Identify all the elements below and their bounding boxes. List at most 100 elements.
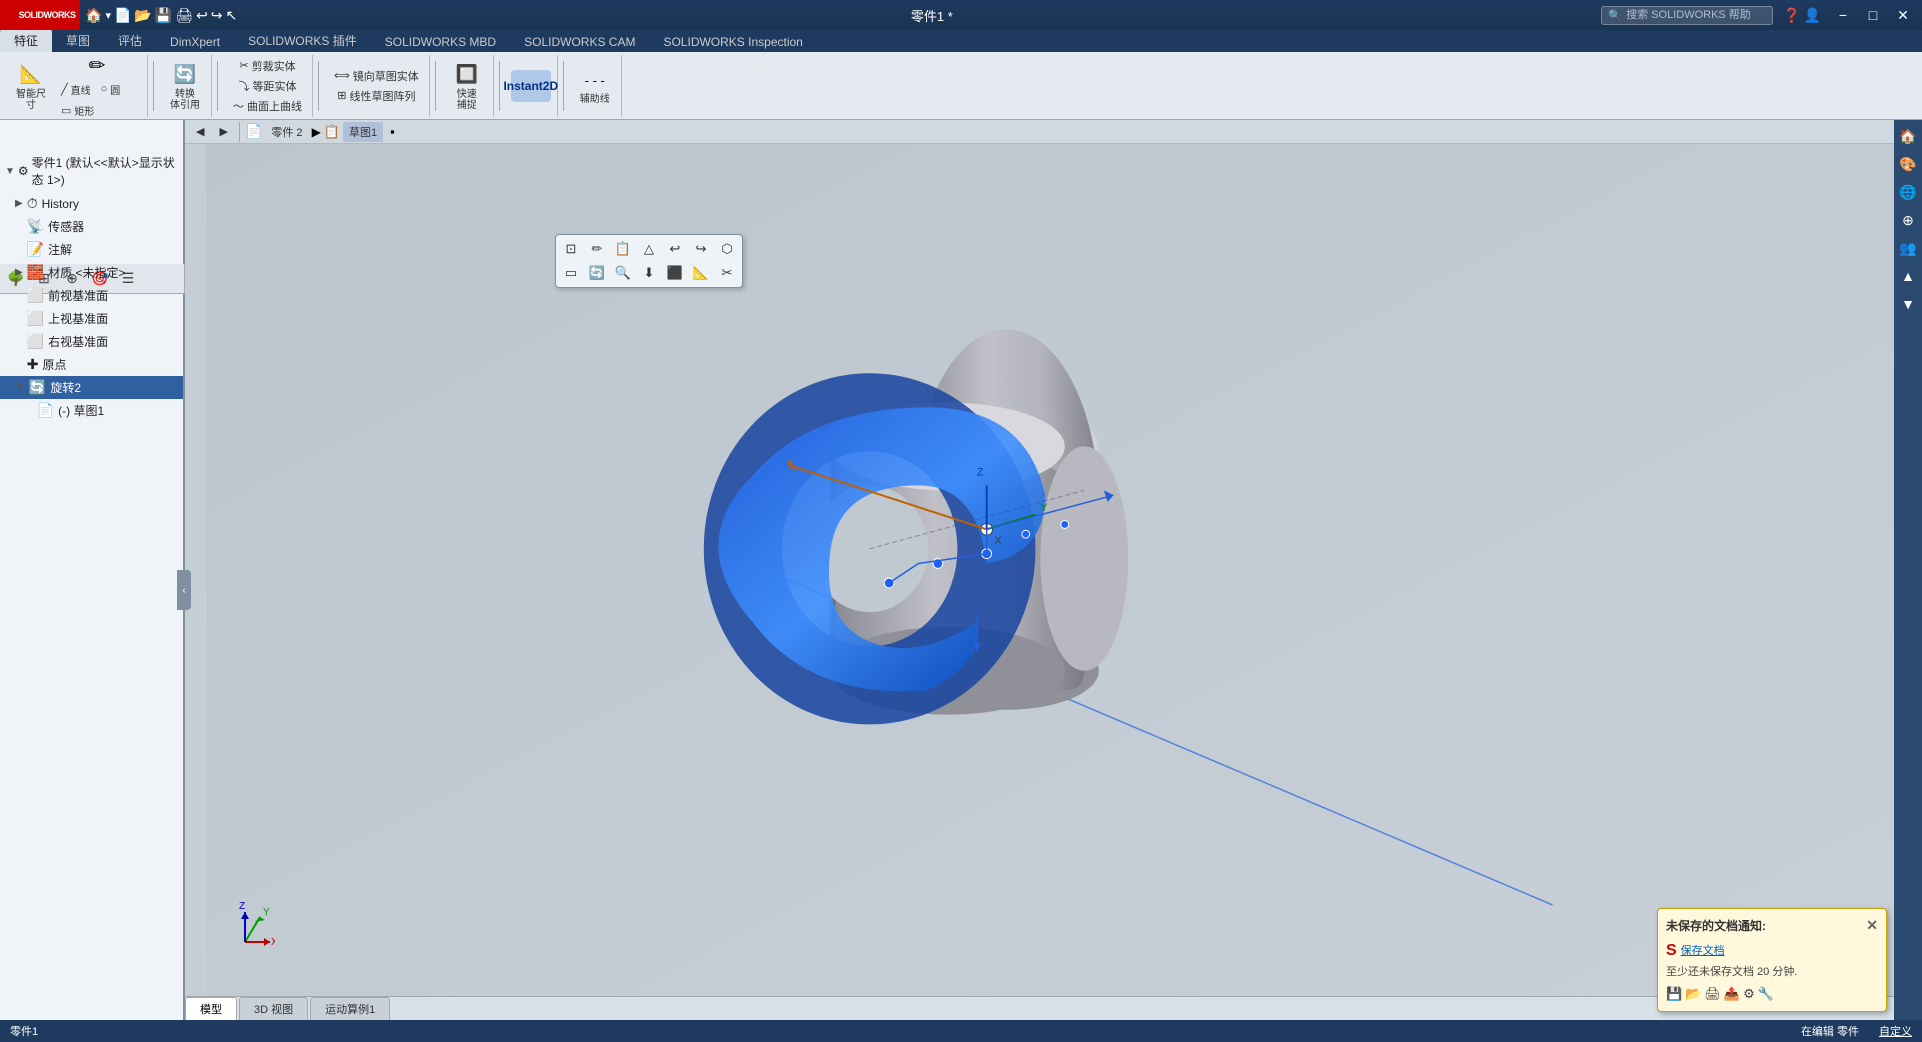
ft-undo-btn[interactable]: ↩ [663, 238, 687, 260]
history-label: History [42, 197, 79, 211]
notif-icon1[interactable]: 💾 [1666, 985, 1682, 1003]
minimize-button[interactable]: − [1829, 4, 1857, 26]
home-icon[interactable]: 🏠 [85, 7, 102, 24]
tab-sw-tools[interactable]: SOLIDWORKS 插件 [234, 29, 371, 52]
ft-zoom-btn[interactable]: 🔍 [611, 262, 635, 284]
new-icon[interactable]: 📄 [114, 7, 131, 24]
sketch1-item[interactable]: ▶ 📄 (-) 草图1 [0, 399, 183, 422]
ft-feature-btn[interactable]: 📋 [611, 238, 635, 260]
open-icon[interactable]: 📂 [134, 7, 151, 24]
mirror-button[interactable]: ⟺ 镜向草图实体 [330, 66, 423, 86]
rect-button[interactable]: ▭ 矩形 [57, 101, 98, 120]
right-plane-item[interactable]: ▶ ⬜ 右视基准面 [0, 330, 183, 353]
ft-pan-btn[interactable]: ⬇ [637, 262, 661, 284]
tab-sw-cam[interactable]: SOLIDWORKS CAM [510, 32, 649, 52]
material-item[interactable]: ▶ 🧱 材质 <未指定> [0, 261, 183, 284]
part-header[interactable]: ▼ ⚙ 零件1 (默认<<默认>显示状态 1>) [0, 150, 183, 192]
notif-icon3[interactable]: 🖨 [1704, 985, 1721, 1003]
search-box[interactable]: 🔍 [1601, 6, 1773, 25]
notif-save-link[interactable]: 保存文档 [1681, 944, 1725, 959]
tab-evaluate[interactable]: 评估 [104, 29, 156, 52]
mirror-icon: ⟺ [334, 69, 350, 82]
front-plane-item[interactable]: ▶ ⬜ 前视基准面 [0, 284, 183, 307]
smart-dim-button[interactable]: 📐 智能尺寸 [11, 59, 51, 113]
ft-view-btn[interactable]: ⊡ [559, 238, 583, 260]
viewport[interactable]: Y Z X ⊡ ✏ 📋 △ ↩ ↪ ⬡ ▭ 🔄 🔍 [185, 144, 1922, 1020]
tab-sw-inspection[interactable]: SOLIDWORKS Inspection [649, 32, 816, 52]
status-customize[interactable]: 自定义 [1879, 1023, 1912, 1039]
tab-model[interactable]: 模型 [185, 997, 237, 1020]
path-back-btn[interactable]: ◀ [190, 123, 210, 140]
rt-community-btn[interactable]: 👥 [1896, 236, 1920, 260]
line-button[interactable]: ╱ 直线 [57, 80, 95, 99]
tab-3dview[interactable]: 3D 视图 [239, 997, 308, 1020]
path-part[interactable]: 零件 2 [265, 122, 308, 142]
instant2d-button[interactable]: Instant2D [511, 70, 551, 102]
ft-sketch-btn[interactable]: ✏ [585, 238, 609, 260]
origin-item[interactable]: ▶ ✚ 原点 [0, 353, 183, 376]
front-plane-label: 前视基准面 [48, 287, 108, 304]
rt-home-btn[interactable]: 🏠 [1896, 124, 1920, 148]
undo-icon[interactable]: ↩ [196, 7, 208, 24]
ft-trim-btn[interactable]: ✂ [715, 262, 739, 284]
tab-dimxpert[interactable]: DimXpert [156, 32, 234, 52]
rt-connect-btn[interactable]: ⊕ [1896, 208, 1920, 232]
curve-button[interactable]: 〜 曲面上曲线 [229, 96, 306, 116]
ft-display-btn[interactable]: ⬛ [663, 262, 687, 284]
ft-sel-btn[interactable]: ▭ [559, 262, 583, 284]
rt-scroll-dn-btn[interactable]: ▼ [1896, 292, 1920, 316]
cursor-icon[interactable]: ↖ [226, 7, 238, 24]
quick-snap-button[interactable]: 🔲 快速捕捉 [447, 59, 487, 113]
offset-button[interactable]: ⤵ 等距实体 [235, 76, 301, 96]
right-toolbar: 🏠 🎨 🌐 ⊕ 👥 ▲ ▼ [1894, 120, 1922, 1020]
history-item[interactable]: ▶ ⏱ History [0, 192, 183, 215]
notif-close-btn[interactable]: ✕ [1866, 917, 1878, 934]
ft-redo-btn[interactable]: ↪ [689, 238, 713, 260]
path-sketch[interactable]: 草图1 [343, 122, 383, 142]
sensors-item[interactable]: ▶ 📡 传感器 [0, 215, 183, 238]
notif-icon4[interactable]: 📤 [1724, 985, 1740, 1003]
smart-dim-label: 智能尺寸 [16, 89, 46, 111]
user-icon[interactable]: 👤 [1804, 7, 1821, 24]
ft-rotate-btn[interactable]: 🔄 [585, 262, 609, 284]
draw-group-button[interactable]: ✏ ╱ 直线 ○ 圆 ▭ 矩形 [53, 52, 141, 119]
notif-message: 至少还未保存文档 20 分钟. [1666, 965, 1878, 980]
tab-sketch[interactable]: 草图 [52, 29, 104, 52]
top-plane-item[interactable]: ▶ ⬜ 上视基准面 [0, 307, 183, 330]
tab-model-label: 模型 [200, 1004, 222, 1016]
print-icon[interactable]: 🖨 [175, 7, 193, 24]
search-input[interactable] [1626, 9, 1766, 21]
close-button[interactable]: ✕ [1889, 4, 1917, 26]
annotations-item[interactable]: ▶ 📝 注解 [0, 238, 183, 261]
redo-icon[interactable]: ↪ [211, 7, 223, 24]
collapse-handle[interactable]: ‹ [177, 570, 191, 610]
tab-sw-mbd[interactable]: SOLIDWORKS MBD [371, 32, 510, 52]
trim-button[interactable]: ✂ 剪裁实体 [235, 56, 299, 76]
revolve2-item[interactable]: ▼ 🔄 旋转2 [0, 376, 183, 399]
ft-dim-btn[interactable]: 📐 [689, 262, 713, 284]
rt-solidworks-btn[interactable]: 🌐 [1896, 180, 1920, 204]
ft-reference-btn[interactable]: △ [637, 238, 661, 260]
circle-button[interactable]: ○ 圆 [97, 80, 125, 99]
tab-features[interactable]: 特征 [0, 29, 52, 52]
tab-motion[interactable]: 运动算例1 [310, 997, 390, 1020]
instant2d-icon: Instant2D [515, 72, 547, 100]
notif-icon5[interactable]: ⚙ [1743, 985, 1755, 1003]
rt-paint-btn[interactable]: 🎨 [1896, 152, 1920, 176]
ft-3d-btn[interactable]: ⬡ [715, 238, 739, 260]
rt-scroll-up-btn[interactable]: ▲ [1896, 264, 1920, 288]
notif-icon6[interactable]: 🔧 [1758, 985, 1774, 1003]
top-plane-icon: ⬜ [27, 310, 44, 327]
history-arrow: ▶ [15, 198, 23, 209]
save-icon[interactable]: 💾 [155, 7, 172, 24]
notif-icon2[interactable]: 📂 [1685, 985, 1701, 1003]
arrow-icon[interactable]: ▾ [105, 9, 111, 22]
convert-button[interactable]: 🔄 转换体引用 [165, 59, 205, 113]
construction-button[interactable]: - - - 辅助线 [575, 64, 615, 107]
help-icon[interactable]: ❓ [1783, 7, 1800, 24]
linear-pattern-button[interactable]: ⊞ 线性草图阵列 [333, 86, 419, 106]
path-forward-btn[interactable]: ▶ [213, 123, 233, 140]
status-edit-mode: 在编辑 零件 [1801, 1023, 1859, 1039]
restore-button[interactable]: □ [1859, 4, 1887, 26]
rect-label: 矩形 [74, 103, 94, 118]
